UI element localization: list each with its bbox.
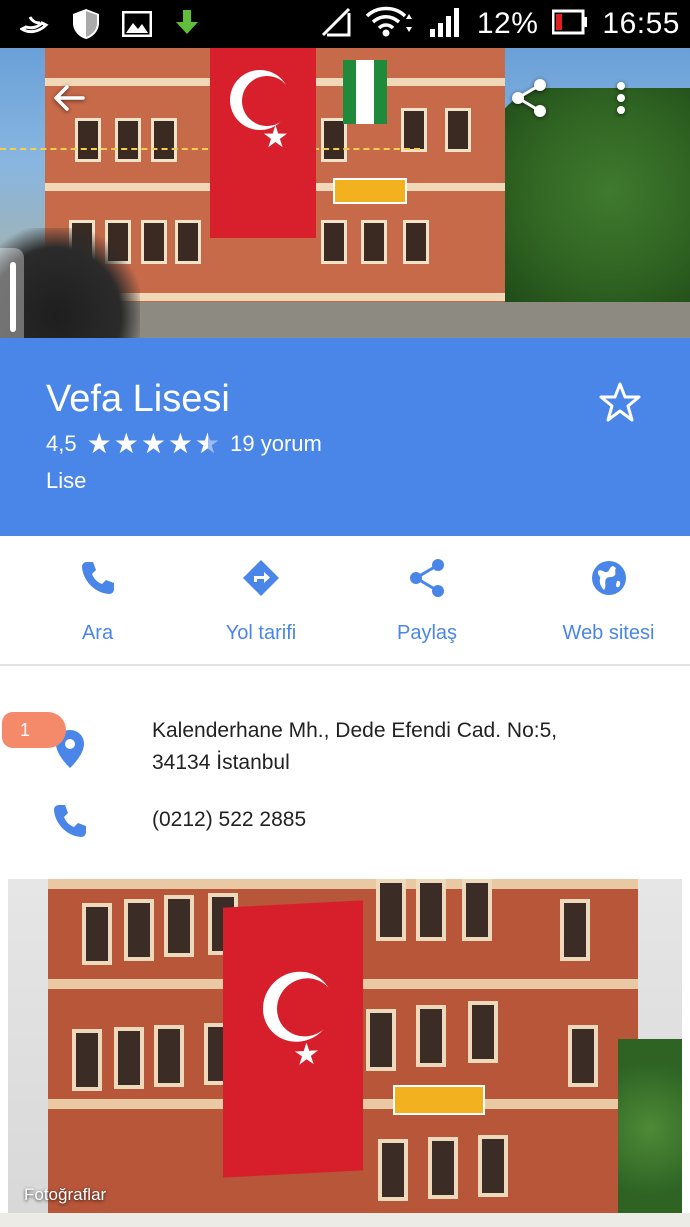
address-line-1: Kalenderhane Mh., Dede Efendi Cad. No:5, [152, 719, 558, 742]
place-header: Vefa Lisesi 4,5 ★ ★ ★ ★ ★ 19 yorum Lise [0, 338, 690, 536]
star-icon: ★ [113, 428, 139, 459]
address-row[interactable]: Kalenderhane Mh., Dede Efendi Cad. No:5,… [0, 712, 690, 782]
back-button[interactable] [44, 72, 94, 128]
school-sign [333, 178, 407, 204]
turkish-flag: ★ [210, 48, 316, 238]
phone-number: (0212) 522 2885 [152, 808, 307, 831]
side-drawer-handle[interactable] [0, 248, 24, 348]
notification-badge[interactable]: 1 [2, 712, 66, 748]
more-options-button[interactable] [596, 72, 646, 128]
website-label: Web sitesi [562, 622, 655, 644]
save-button[interactable] [598, 380, 642, 424]
phone-icon [50, 798, 90, 844]
arrow-back-icon [51, 80, 87, 121]
rating-row[interactable]: 4,5 ★ ★ ★ ★ ★ 19 yorum [46, 428, 322, 459]
rating-stars: ★ ★ ★ ★ ★ [86, 428, 221, 459]
battery-icon [551, 9, 588, 40]
review-count[interactable]: 19 yorum [230, 431, 322, 457]
photos-caption: Fotoğraflar [24, 1185, 107, 1204]
map-preview-edge [0, 1213, 690, 1227]
download-icon [174, 10, 200, 43]
battery-percent: 12% [476, 7, 539, 40]
star-icon: ★ [86, 428, 112, 459]
header-photo[interactable]: ★ [0, 48, 690, 338]
share-icon [510, 78, 548, 123]
badge-count: 1 [20, 719, 31, 740]
directions-button[interactable]: Yol tarifi [195, 536, 327, 666]
directions-icon [241, 558, 281, 598]
share-button-top[interactable] [504, 72, 554, 128]
half-star-icon: ★ [195, 430, 220, 459]
share-icon [407, 558, 447, 598]
phone-row[interactable]: (0212) 522 2885 [0, 796, 690, 846]
shield-icon [72, 8, 100, 45]
rating-value: 4,5 [46, 431, 77, 456]
star-outline-icon [598, 382, 642, 428]
wifi-icon [365, 6, 415, 43]
place-name: Vefa Lisesi [46, 378, 230, 420]
photos-section[interactable]: ★ Fotoğraflar [8, 879, 682, 1213]
share-label: Paylaş [396, 622, 458, 644]
turkish-flag: ★ [223, 900, 363, 1178]
bird-icon [19, 11, 50, 42]
school-sign [393, 1085, 485, 1115]
no-signal-icon [321, 7, 351, 42]
tree [618, 1039, 682, 1213]
phone-icon [78, 558, 118, 598]
address-line-2: 34134 İstanbul [152, 751, 290, 774]
call-button[interactable]: Ara [0, 536, 195, 666]
place-category: Lise [46, 468, 87, 493]
green-flag [343, 60, 387, 124]
cell-signal-icon [429, 7, 463, 42]
image-icon [121, 10, 153, 42]
action-bar: Ara Yol tarifi Paylaş Web sitesi [0, 536, 690, 666]
more-vert-icon [616, 81, 626, 120]
website-button[interactable]: Web sitesi [527, 536, 690, 666]
call-label: Ara [81, 622, 114, 644]
status-bar: 12% 16:55 [0, 0, 690, 48]
clock: 16:55 [602, 7, 680, 40]
star-icon: ★ [167, 428, 194, 459]
share-button[interactable]: Paylaş [327, 536, 527, 666]
star-icon: ★ [140, 428, 166, 459]
directions-label: Yol tarifi [225, 622, 297, 644]
globe-icon [589, 558, 629, 598]
